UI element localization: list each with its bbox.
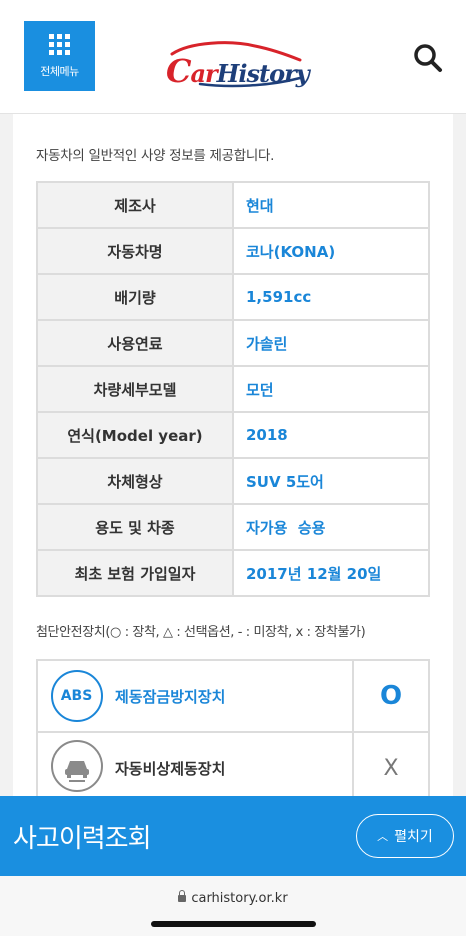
- chevron-up-icon: ︿: [377, 830, 389, 843]
- url-text: carhistory.or.kr: [191, 891, 288, 906]
- safety-feature-name: 제동잠금방지장치: [115, 659, 354, 733]
- table-row: 연식(Model year) 2018: [36, 411, 430, 459]
- table-row: 용도 및 차종 자가용 승용: [36, 503, 430, 551]
- table-row: 최초 보험 가입일자 2017년 12월 20일: [36, 549, 430, 597]
- spec-value: 2018: [232, 411, 430, 459]
- lock-icon: [178, 890, 187, 902]
- spec-label: 연식(Model year): [36, 411, 234, 459]
- spec-value: 자가용 승용: [232, 503, 430, 551]
- search-icon: [414, 44, 442, 72]
- table-row: 제조사 현대: [36, 181, 430, 229]
- accident-history-title: 사고이력조회: [13, 824, 152, 854]
- safety-table: ABS 제동잠금방지장치 O 자동비상제동장치 X: [36, 659, 430, 805]
- spec-value: 현대: [232, 181, 430, 229]
- logo-wordmark: CarHistory: [166, 52, 310, 90]
- spec-label: 제조사: [36, 181, 234, 229]
- spec-label: 용도 및 차종: [36, 503, 234, 551]
- spec-value: 코나(KONA): [232, 227, 430, 275]
- expand-label: 펼치기: [394, 829, 433, 845]
- table-row: ABS 제동잠금방지장치 O: [36, 659, 430, 733]
- abs-icon: ABS: [50, 670, 103, 722]
- spec-value: 2017년 12월 20일: [232, 549, 430, 597]
- table-row: 차체형상 SUV 5도어: [36, 457, 430, 505]
- spec-label: 차체형상: [36, 457, 234, 505]
- spec-label: 차량세부모델: [36, 365, 234, 413]
- table-row: 차량세부모델 모던: [36, 365, 430, 413]
- spec-table: 제조사 현대 자동차명 코나(KONA) 배기량 1,591cc 사용연료 가솔…: [36, 181, 430, 597]
- expand-button[interactable]: ︿ 펼치기: [356, 814, 454, 858]
- table-row: 배기량 1,591cc: [36, 273, 430, 321]
- car-brake-icon: [50, 740, 103, 792]
- search-button[interactable]: [412, 42, 444, 74]
- url-display[interactable]: carhistory.or.kr: [0, 890, 466, 906]
- table-row: 자동차명 코나(KONA): [36, 227, 430, 275]
- spec-label: 최초 보험 가입일자: [36, 549, 234, 597]
- all-menu-label: 전체메뉴: [40, 64, 79, 78]
- safety-feature-name: 자동비상제동장치: [115, 731, 354, 805]
- safety-legend-text: 첨단안전장치(○ : 장착, △ : 선택옵션, - : 미장착, x : 장착…: [36, 625, 366, 640]
- table-row: 자동비상제동장치 X: [36, 731, 430, 805]
- spec-value: 모던: [232, 365, 430, 413]
- site-header: 전체메뉴 CarHistory: [0, 0, 466, 114]
- spec-value: SUV 5도어: [232, 457, 430, 505]
- table-row: 사용연료 가솔린: [36, 319, 430, 367]
- spec-label: 배기량: [36, 273, 234, 321]
- safety-status: O: [379, 681, 403, 711]
- all-menu-button[interactable]: 전체메뉴: [24, 21, 95, 91]
- browser-url-bar[interactable]: carhistory.or.kr: [0, 876, 466, 936]
- spec-label: 자동차명: [36, 227, 234, 275]
- home-indicator[interactable]: [151, 921, 316, 927]
- spec-value: 가솔린: [232, 319, 430, 367]
- spec-intro-text: 자동차의 일반적인 사양 정보를 제공합니다.: [36, 148, 275, 164]
- accident-history-bar: 사고이력조회 ︿ 펼치기: [0, 796, 466, 876]
- carhistory-logo[interactable]: CarHistory: [160, 40, 310, 90]
- spec-value: 1,591cc: [232, 273, 430, 321]
- spec-label: 사용연료: [36, 319, 234, 367]
- grid-menu-icon: [49, 33, 70, 55]
- spec-card: 자동차의 일반적인 사양 정보를 제공합니다. 제조사 현대 자동차명 코나(K…: [13, 114, 453, 814]
- safety-status: X: [383, 755, 399, 781]
